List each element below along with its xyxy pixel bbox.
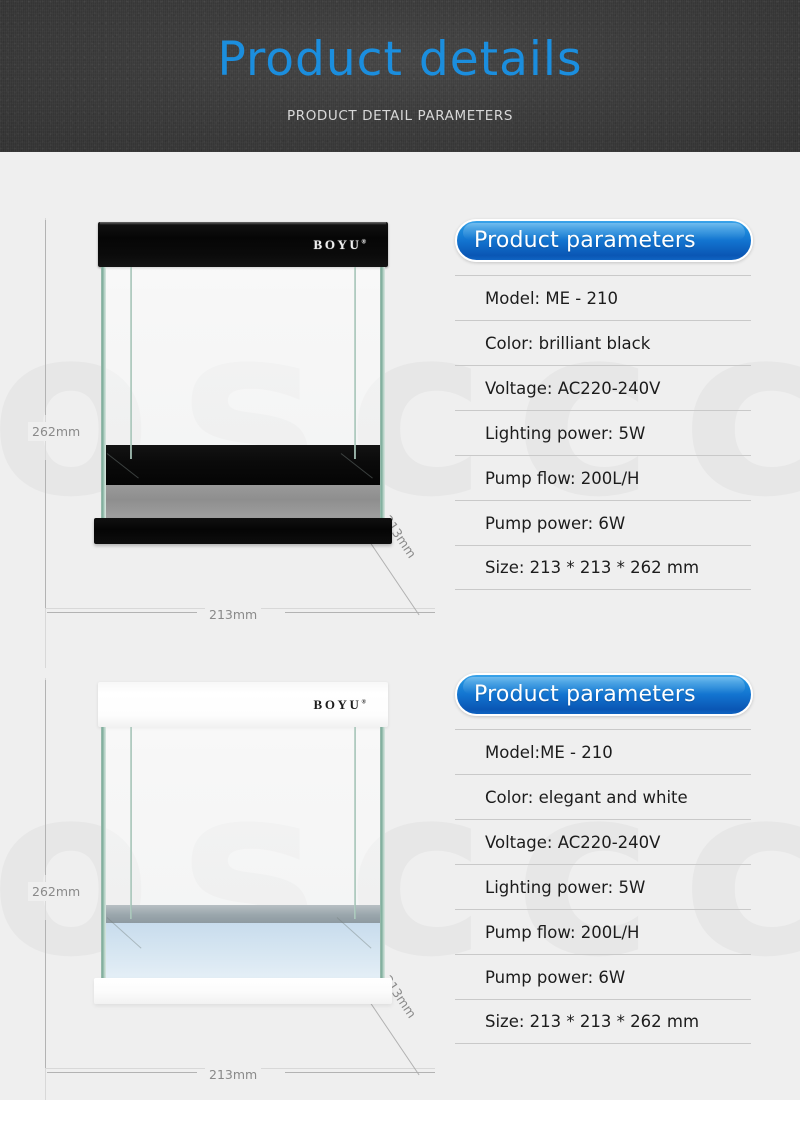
product-parameters-panel-white: Product parameters Model:ME - 210 Color:… <box>455 673 765 1044</box>
tank-floor <box>106 923 380 982</box>
dimension-line-width-left <box>47 612 197 613</box>
spec-lighting-power: Lighting power: 5W <box>485 423 646 443</box>
glass-edge-back-right <box>354 727 356 919</box>
product-parameters-heading-button[interactable]: Product parameters <box>455 219 753 262</box>
spec-size: Size: 213 * 213 * 262 mm <box>485 558 700 577</box>
glass-edge-front-right <box>380 727 385 982</box>
product-parameters-heading-label: Product parameters <box>474 228 696 253</box>
spec-row: Pump power: 6W <box>455 954 751 999</box>
dimension-line-height-upper <box>45 680 46 875</box>
tank-base <box>94 518 392 544</box>
spec-lighting-power: Lighting power: 5W <box>485 877 646 897</box>
spec-list: Model: ME - 210 Color: brilliant black V… <box>455 275 751 590</box>
brand-logo-text: BOYU <box>313 697 362 712</box>
spec-row: Lighting power: 5W <box>455 864 751 909</box>
glass-edge-back-right <box>354 267 356 459</box>
dimension-line-height-upper <box>45 220 46 415</box>
tank-hood: BOYU® <box>98 682 388 727</box>
spec-voltage: Voltage: AC220-240V <box>485 832 661 852</box>
dimension-line-height-lower <box>45 920 46 1068</box>
tank-glass-body <box>101 267 385 522</box>
spec-row: Voltage: AC220-240V <box>455 365 751 410</box>
product-figure-white: 262mm 213mm 213mm BOYU® <box>0 620 452 1126</box>
glass-edge-front-right <box>380 267 385 522</box>
registered-mark-icon: ® <box>361 699 366 706</box>
dimension-label-height: 262mm <box>28 422 85 441</box>
footer-strip <box>0 1100 800 1126</box>
page-header-banner: Product details PRODUCT DETAIL PARAMETER… <box>0 0 800 152</box>
hood-highlight <box>100 222 386 225</box>
brand-logo: BOYU® <box>314 237 366 253</box>
product-parameters-heading-label: Product parameters <box>474 682 696 707</box>
product-figure-black: 262mm 213mm 213mm BOYU® <box>0 160 452 668</box>
product-parameters-panel-black: Product parameters Model: ME - 210 Color… <box>455 219 765 590</box>
brand-logo: BOYU® <box>314 697 366 713</box>
tank-back-panel <box>106 445 380 485</box>
spec-row: Voltage: AC220-240V <box>455 819 751 864</box>
glass-edge-front-left <box>101 727 106 982</box>
spec-row: Model:ME - 210 <box>455 729 751 774</box>
spec-row: Pump flow: 200L/H <box>455 909 751 954</box>
product-parameters-heading-button[interactable]: Product parameters <box>455 673 753 716</box>
glass-edge-back-left <box>130 727 132 919</box>
spec-pump-flow: Pump flow: 200L/H <box>485 922 640 942</box>
registered-mark-icon: ® <box>361 239 366 246</box>
spec-pump-power: Pump power: 6W <box>485 513 626 533</box>
brand-logo-text: BOYU <box>313 237 362 252</box>
dimension-label-width: 213mm <box>205 1065 262 1084</box>
spec-pump-flow: Pump flow: 200L/H <box>485 468 640 488</box>
spec-row: Size: 213 * 213 * 262 mm <box>455 545 751 590</box>
page-subtitle: PRODUCT DETAIL PARAMETERS <box>286 108 514 124</box>
spec-voltage: Voltage: AC220-240V <box>485 378 661 398</box>
dimension-line-width-right <box>285 612 435 613</box>
spec-list: Model:ME - 210 Color: elegant and white … <box>455 729 751 1044</box>
spec-row: Color: brilliant black <box>455 320 751 365</box>
tank-glass-body <box>101 727 385 982</box>
spec-model: Model: ME - 210 <box>485 288 618 308</box>
glass-edge-front-left <box>101 267 106 522</box>
tank-base <box>94 978 392 1004</box>
dimension-line-width-left <box>47 1072 197 1073</box>
page-title: Product details <box>217 32 583 87</box>
spec-row: Size: 213 * 213 * 262 mm <box>455 999 751 1044</box>
spec-pump-power: Pump power: 6W <box>485 967 626 987</box>
glass-edge-back-left <box>130 267 132 459</box>
dimension-line-height-lower <box>45 460 46 608</box>
spec-color: Color: brilliant black <box>485 333 651 353</box>
spec-model: Model:ME - 210 <box>485 742 613 762</box>
dimension-label-height: 262mm <box>28 882 85 901</box>
tank-floor <box>106 485 380 522</box>
spec-row: Color: elegant and white <box>455 774 751 819</box>
spec-row: Model: ME - 210 <box>455 275 751 320</box>
spec-row: Lighting power: 5W <box>455 410 751 455</box>
spec-color: Color: elegant and white <box>485 787 688 807</box>
spec-size: Size: 213 * 213 * 262 mm <box>485 1012 700 1031</box>
dimension-line-width-right <box>285 1072 435 1073</box>
product-details-page: Product details PRODUCT DETAIL PARAMETER… <box>0 0 800 1126</box>
spec-row: Pump power: 6W <box>455 500 751 545</box>
spec-row: Pump flow: 200L/H <box>455 455 751 500</box>
tank-hood: BOYU® <box>98 222 388 267</box>
